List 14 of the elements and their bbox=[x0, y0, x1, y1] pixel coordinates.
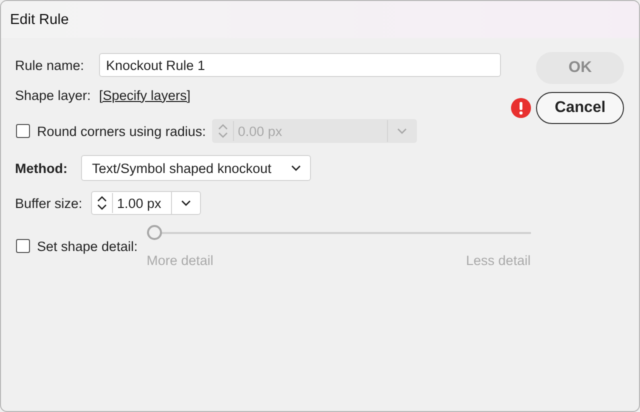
shape-detail-label: Set shape detail: bbox=[37, 239, 138, 255]
round-corners-label: Round corners using radius: bbox=[37, 124, 206, 138]
buffer-size-spinner[interactable]: 1.00 px bbox=[91, 191, 201, 215]
method-dropdown[interactable]: Text/Symbol shaped knockout bbox=[81, 155, 311, 181]
method-label: Method: bbox=[15, 160, 68, 176]
window-title: Edit Rule bbox=[10, 12, 69, 28]
rule-name-field[interactable]: Knockout Rule 1 bbox=[99, 53, 501, 77]
rule-name-label: Rule name: bbox=[15, 58, 86, 72]
more-detail-label: More detail bbox=[146, 253, 214, 268]
specify-layers-link[interactable]: [Specify layers] bbox=[99, 88, 191, 102]
cancel-button[interactable]: Cancel bbox=[536, 92, 624, 124]
shape-layer-label: Shape layer: bbox=[15, 88, 92, 102]
buffer-size-label: Buffer size: bbox=[15, 196, 84, 210]
less-detail-label: Less detail bbox=[466, 253, 531, 268]
